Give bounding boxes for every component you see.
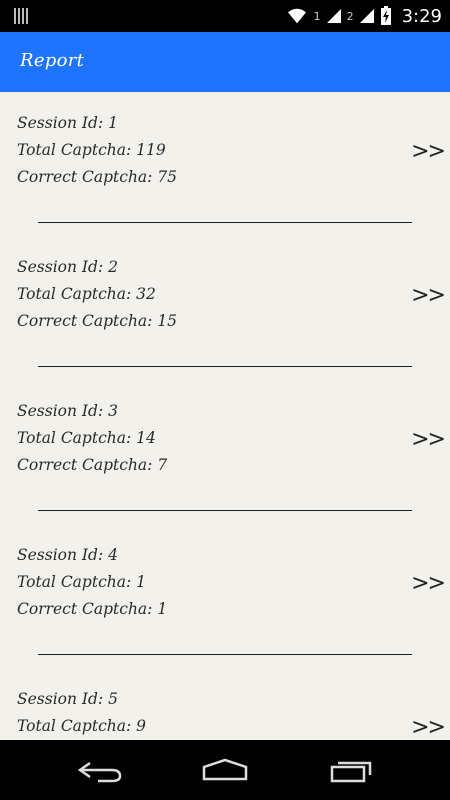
clock: 3:29 [401, 5, 442, 27]
correct-captcha: Correct Captcha: 1 [17, 600, 168, 618]
divider [38, 654, 412, 655]
session-id: Session Id: 4 [17, 546, 118, 564]
app-bar: Report [0, 32, 450, 92]
session-id: Session Id: 2 [17, 258, 118, 276]
total-captcha: Total Captcha: 14 [17, 429, 156, 447]
chevron-right-icon[interactable]: >> [411, 715, 446, 740]
chevron-right-icon[interactable]: >> [411, 139, 446, 164]
status-icons: 1 2 3:29 [286, 0, 442, 32]
session-id: Session Id: 3 [17, 402, 118, 420]
back-icon[interactable] [76, 757, 124, 785]
session-item[interactable]: Session Id: 5 Total Captcha: 9 >> [0, 668, 450, 740]
sim2-label: 2 [346, 9, 354, 23]
session-item[interactable]: Session Id: 1 Total Captcha: 119 Correct… [0, 92, 450, 236]
notification-icon [14, 8, 28, 24]
total-captcha: Total Captcha: 9 [17, 717, 146, 735]
wifi-icon [287, 8, 306, 24]
signal-icon [326, 9, 341, 23]
session-list[interactable]: Session Id: 1 Total Captcha: 119 Correct… [0, 92, 450, 740]
battery-charging-icon [380, 6, 391, 25]
signal-icon-2 [359, 9, 374, 23]
divider [38, 366, 412, 367]
home-icon[interactable] [200, 757, 250, 785]
recents-icon[interactable] [328, 757, 376, 785]
session-item[interactable]: Session Id: 2 Total Captcha: 32 Correct … [0, 236, 450, 380]
total-captcha: Total Captcha: 32 [17, 285, 156, 303]
total-captcha: Total Captcha: 1 [17, 573, 146, 591]
divider [38, 510, 412, 511]
chevron-right-icon[interactable]: >> [411, 571, 446, 596]
total-captcha: Total Captcha: 119 [17, 141, 166, 159]
correct-captcha: Correct Captcha: 15 [17, 312, 178, 330]
status-bar: 1 2 3:29 [0, 0, 450, 32]
chevron-right-icon[interactable]: >> [411, 283, 446, 308]
session-item[interactable]: Session Id: 3 Total Captcha: 14 Correct … [0, 380, 450, 524]
sim1-label: 1 [313, 9, 321, 23]
navigation-bar [0, 740, 450, 800]
divider [38, 222, 412, 223]
page-title: Report [20, 50, 85, 71]
session-item[interactable]: Session Id: 4 Total Captcha: 1 Correct C… [0, 524, 450, 668]
session-id: Session Id: 5 [17, 690, 118, 708]
correct-captcha: Correct Captcha: 75 [17, 168, 178, 186]
correct-captcha: Correct Captcha: 7 [17, 456, 168, 474]
chevron-right-icon[interactable]: >> [411, 427, 446, 452]
session-id: Session Id: 1 [17, 114, 118, 132]
